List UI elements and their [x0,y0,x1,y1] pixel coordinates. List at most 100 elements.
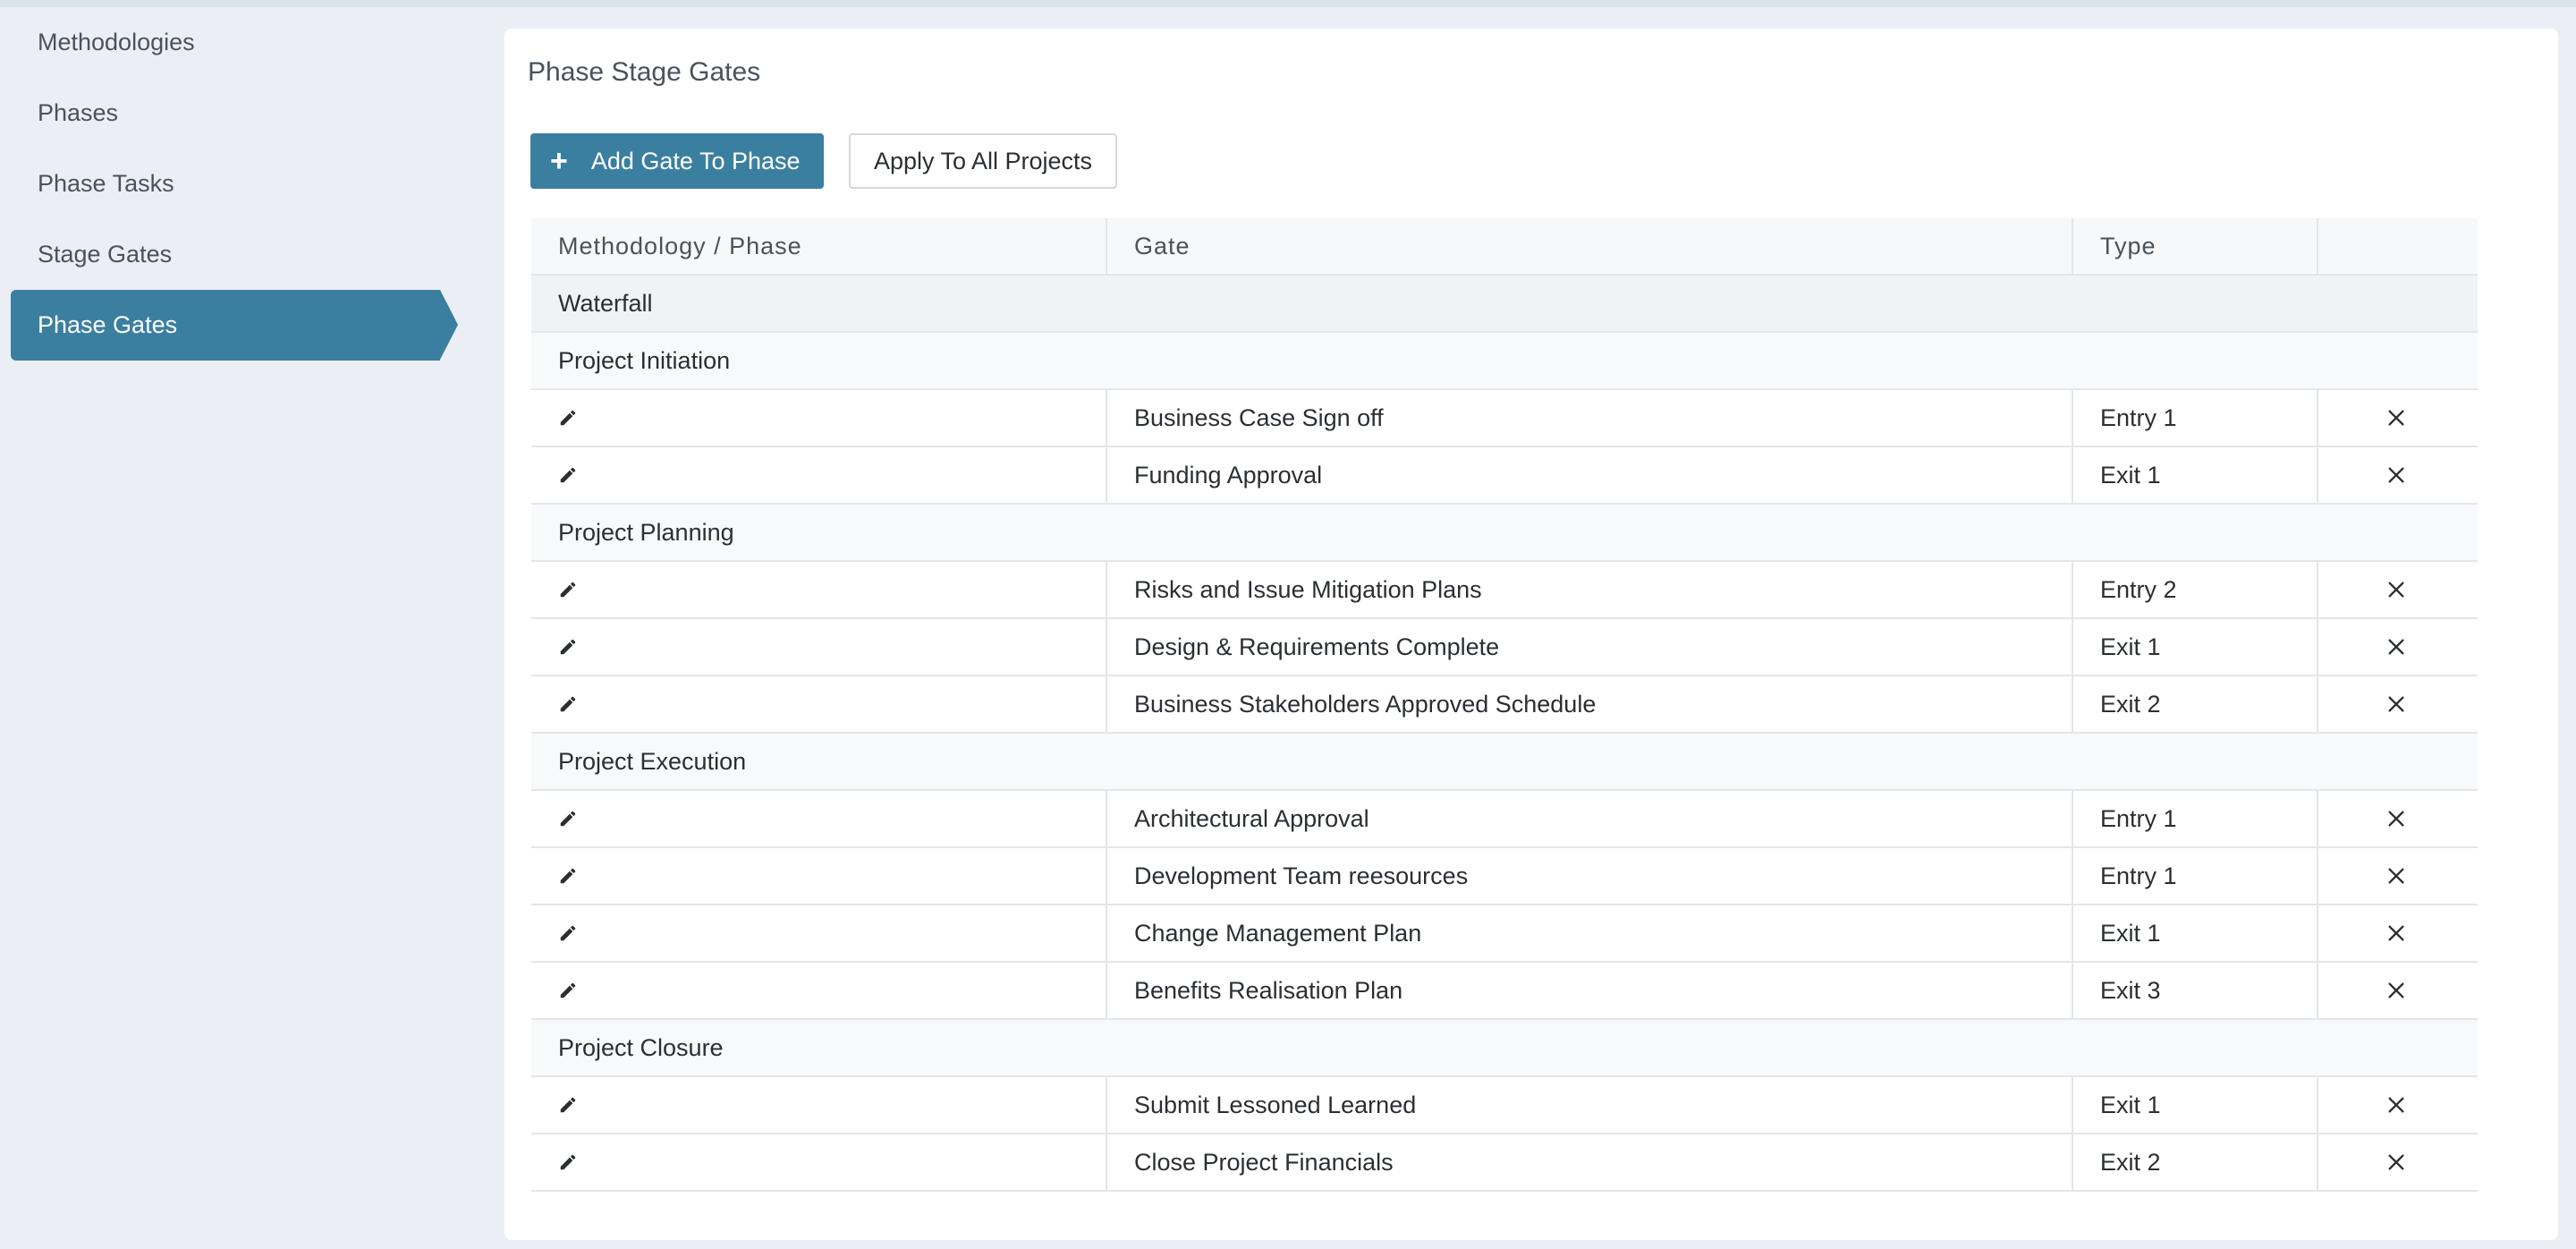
phase-stage-gates-panel: Phase Stage Gates + Add Gate To Phase Ap… [504,29,2558,1240]
edit-cell [531,390,1107,446]
sidebar-item-methodologies[interactable]: Methodologies [11,7,458,78]
gate-type: Exit 2 [2073,676,2318,732]
sidebar-item-label: Methodologies [38,29,195,55]
pencil-icon[interactable] [558,1095,578,1115]
pencil-icon[interactable] [558,637,578,657]
edit-cell [531,791,1107,846]
edit-cell [531,562,1107,617]
gate-name: Architectural Approval [1107,791,2073,846]
table-row: Design & Requirements Complete Exit 1 [531,619,2478,676]
gate-name: Risks and Issue Mitigation Plans [1107,562,2073,617]
edit-cell [531,1134,1107,1190]
sidebar-item-label: Phase Tasks [38,170,174,197]
phase-gates-table: Methodology / Phase Gate Type Waterfall … [531,218,2478,1192]
table-row: Business Case Sign off Entry 1 [531,390,2478,447]
column-header-methodology-phase: Methodology / Phase [531,218,1107,274]
gate-name: Submit Lessoned Learned [1107,1077,2073,1133]
pencil-icon[interactable] [558,465,578,485]
gate-name: Funding Approval [1107,447,2073,503]
delete-cell [2318,905,2478,961]
gate-type: Entry 1 [2073,390,2318,446]
edit-cell [531,619,1107,675]
gate-name: Business Case Sign off [1107,390,2073,446]
close-icon[interactable] [2386,408,2406,428]
pencil-icon[interactable] [558,923,578,943]
phase-group-row: Project Initiation [531,333,2478,390]
phase-name: Project Closure [558,1033,724,1061]
table-row: Funding Approval Exit 1 [531,447,2478,505]
pencil-icon[interactable] [558,809,578,828]
gate-type: Exit 2 [2073,1134,2318,1190]
sidebar-item-phases[interactable]: Phases [11,78,458,149]
edit-cell [531,447,1107,503]
table-row: Architectural Approval Entry 1 [531,791,2478,848]
sidebar-item-phase-tasks[interactable]: Phase Tasks [11,149,458,219]
close-icon[interactable] [2386,1152,2406,1172]
close-icon[interactable] [2386,465,2406,485]
gate-type: Exit 1 [2073,619,2318,675]
top-border [0,0,2576,7]
table-row: Change Management Plan Exit 1 [531,905,2478,963]
delete-cell [2318,1077,2478,1133]
add-gate-to-phase-button[interactable]: + Add Gate To Phase [530,133,824,189]
table-body: Project Initiation Business Case Sign off… [531,333,2478,1192]
gate-name: Design & Requirements Complete [1107,619,2073,675]
delete-cell [2318,447,2478,503]
delete-cell [2318,390,2478,446]
pencil-icon[interactable] [558,580,578,599]
edit-cell [531,1077,1107,1133]
close-icon[interactable] [2386,694,2406,714]
sidebar-item-phase-gates[interactable]: Phase Gates [11,290,458,361]
edit-cell [531,676,1107,732]
close-icon[interactable] [2386,981,2406,1000]
close-icon[interactable] [2386,580,2406,599]
table-row: Risks and Issue Mitigation Plans Entry 2 [531,562,2478,619]
sidebar-item-label: Phases [38,99,119,126]
phase-name: Project Planning [558,518,734,546]
sidebar-item-stage-gates[interactable]: Stage Gates [11,219,458,290]
gate-type: Exit 1 [2073,447,2318,503]
phase-name: Project Execution [558,747,747,775]
pencil-icon[interactable] [558,866,578,886]
pencil-icon[interactable] [558,694,578,714]
edit-cell [531,905,1107,961]
methodology-name: Waterfall [558,289,653,317]
gate-type: Exit 1 [2073,1077,2318,1133]
edit-cell [531,848,1107,904]
table-row: Submit Lessoned Learned Exit 1 [531,1077,2478,1134]
apply-to-all-projects-button[interactable]: Apply To All Projects [849,133,1117,189]
delete-cell [2318,848,2478,904]
column-header-gate: Gate [1107,218,2073,274]
table-header-row: Methodology / Phase Gate Type [531,218,2478,276]
close-icon[interactable] [2386,637,2406,657]
close-icon[interactable] [2386,866,2406,886]
gate-type: Entry 2 [2073,562,2318,617]
table-row: Business Stakeholders Approved Schedule E… [531,676,2478,734]
page-title: Phase Stage Gates [528,57,761,87]
delete-cell [2318,619,2478,675]
table-row: Close Project Financials Exit 2 [531,1134,2478,1192]
gate-name: Change Management Plan [1107,905,2073,961]
gate-name: Benefits Realisation Plan [1107,963,2073,1018]
pencil-icon[interactable] [558,1152,578,1172]
sidebar-item-label: Phase Gates [38,311,178,338]
pencil-icon[interactable] [558,981,578,1000]
gate-name: Business Stakeholders Approved Schedule [1107,676,2073,732]
phase-group-row: Project Planning [531,505,2478,562]
gate-type: Entry 1 [2073,848,2318,904]
gate-name: Development Team reesources [1107,848,2073,904]
delete-cell [2318,791,2478,846]
gate-name: Close Project Financials [1107,1134,2073,1190]
gate-type: Exit 3 [2073,963,2318,1018]
close-icon[interactable] [2386,809,2406,828]
sidebar: Methodologies Phases Phase Tasks Stage G… [11,7,458,361]
pencil-icon[interactable] [558,408,578,428]
close-icon[interactable] [2386,923,2406,943]
sidebar-item-label: Stage Gates [38,241,173,268]
phase-group-row: Project Execution [531,734,2478,791]
plus-icon: + [550,144,568,178]
methodology-group-row: Waterfall [531,276,2478,333]
table-row: Development Team reesources Entry 1 [531,848,2478,905]
close-icon[interactable] [2386,1095,2406,1115]
delete-cell [2318,676,2478,732]
